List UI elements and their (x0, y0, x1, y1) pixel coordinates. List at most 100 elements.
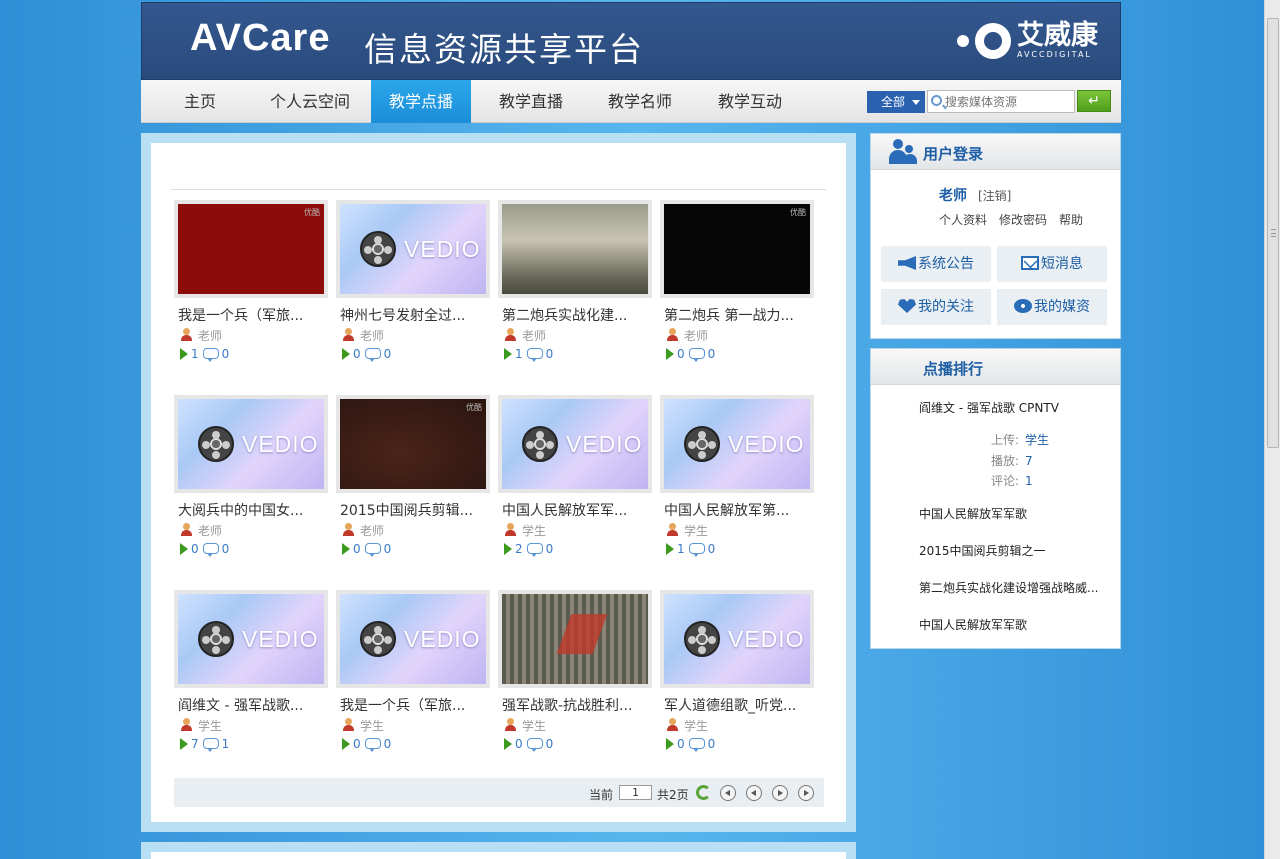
video-card[interactable]: VEDIO 军人道德组歌_听党... 学生 0 0 (660, 590, 814, 760)
video-title[interactable]: 强军战歌-抗战胜利... (502, 695, 652, 715)
video-title[interactable]: 神州七号发射全过... (340, 305, 490, 325)
nav-home[interactable]: 主页 (150, 80, 250, 123)
video-stats: 00 (180, 542, 229, 557)
search-category-select[interactable]: 全部 (867, 91, 925, 113)
video-thumbnail-frame[interactable]: 优酷 (660, 200, 814, 298)
video-title[interactable]: 中国人民解放军军... (502, 500, 652, 520)
video-thumbnail-placeholder: VEDIO (664, 594, 810, 684)
video-author-name: 老师 (684, 329, 709, 343)
comment-icon (202, 543, 219, 557)
video-title[interactable]: 我是一个兵（军旅... (178, 305, 328, 325)
search-input[interactable] (945, 92, 1073, 111)
video-card[interactable]: VEDIO 我是一个兵（军旅... 学生 0 0 (336, 590, 490, 760)
video-thumbnail-frame[interactable]: 优酷 (336, 395, 490, 493)
first-page-button[interactable] (720, 785, 736, 801)
nav-interaction[interactable]: 教学互动 (700, 80, 800, 123)
video-thumbnail-frame[interactable]: VEDIO (660, 590, 814, 688)
search-category-label: 全部 (881, 95, 906, 109)
comment-icon (526, 738, 543, 752)
video-author: 学生 (504, 522, 546, 539)
thumbnail-watermark: 优酷 (304, 208, 320, 217)
refresh-icon[interactable] (696, 785, 711, 800)
ranking-item[interactable]: 第二炮兵实战化建设增强战略威... (919, 579, 1104, 596)
film-reel-icon (522, 426, 558, 462)
prev-page-button[interactable] (746, 785, 762, 801)
comment-count: 0 (545, 737, 554, 751)
main-nav: 主页 个人云空间 教学点播 教学直播 教学名师 教学互动 全部 ↵ (141, 80, 1121, 123)
video-card[interactable]: 第二炮兵实战化建... 老师 1 0 (498, 200, 652, 370)
video-title[interactable]: 中国人民解放军第... (664, 500, 814, 520)
page-number-input[interactable]: 1 (619, 785, 652, 800)
change-password-link[interactable]: 修改密码 (999, 211, 1047, 228)
ranking-item[interactable]: 2015中国阅兵剪辑之一 (919, 542, 1104, 559)
video-card[interactable]: VEDIO 神州七号发射全过... 老师 0 0 (336, 200, 490, 370)
video-author-name: 学生 (198, 719, 223, 733)
video-card[interactable]: 优酷 我是一个兵（军旅... 老师 1 0 (174, 200, 328, 370)
user-icon (180, 718, 193, 731)
video-author: 老师 (180, 522, 222, 539)
video-title[interactable]: 我是一个兵（军旅... (340, 695, 490, 715)
video-thumbnail-frame[interactable]: VEDIO (174, 590, 328, 688)
film-reel-icon (1014, 299, 1032, 313)
video-thumbnail-frame[interactable] (498, 200, 652, 298)
video-title[interactable]: 阎维文 - 强军战歌... (178, 695, 328, 715)
logout-link[interactable]: [注销] (978, 187, 1011, 204)
video-thumbnail-frame[interactable]: VEDIO (336, 590, 490, 688)
logo-avcare[interactable]: AVCare (190, 17, 330, 60)
video-thumbnail-frame[interactable]: VEDIO (498, 395, 652, 493)
logged-in-username[interactable]: 老师 (939, 185, 967, 205)
play-icon (504, 348, 512, 360)
video-title[interactable]: 大阅兵中的中国女... (178, 500, 328, 520)
messages-button[interactable]: 短消息 (997, 246, 1107, 282)
video-thumbnail-frame[interactable] (498, 590, 652, 688)
ranking-item[interactable]: 中国人民解放军军歌 (919, 616, 1104, 633)
video-title[interactable]: 第二炮兵实战化建... (502, 305, 652, 325)
user-icon (666, 718, 679, 731)
ranking-item[interactable]: 中国人民解放军军歌 (919, 505, 1104, 522)
video-thumbnail-frame[interactable]: VEDIO (336, 200, 490, 298)
help-link[interactable]: 帮助 (1059, 211, 1083, 228)
brand-name-en: AVCCDIGITAL (1017, 50, 1092, 59)
my-media-button[interactable]: 我的媒资 (997, 289, 1107, 325)
video-card[interactable]: 强军战歌-抗战胜利... 学生 0 0 (498, 590, 652, 760)
video-card[interactable]: 优酷 2015中国阅兵剪辑... 老师 0 0 (336, 395, 490, 565)
profile-link[interactable]: 个人资料 (939, 211, 987, 228)
video-title[interactable]: 2015中国阅兵剪辑... (340, 500, 490, 520)
lower-panel (141, 842, 856, 859)
video-thumbnail-frame[interactable]: VEDIO (660, 395, 814, 493)
nav-vod[interactable]: 教学点播 (371, 80, 471, 123)
video-thumbnail-frame[interactable]: VEDIO (174, 395, 328, 493)
video-stats: 00 (504, 737, 554, 752)
last-page-button[interactable] (798, 785, 814, 801)
login-panel: 用户登录 老师 [注销] 个人资料 修改密码 帮助 系统公告 短消息 我的关注 … (870, 133, 1121, 339)
pager-current-label: 当前 (589, 788, 614, 802)
my-follows-button[interactable]: 我的关注 (881, 289, 991, 325)
video-title[interactable]: 军人道德组歌_听党... (664, 695, 814, 715)
next-page-button[interactable] (772, 785, 788, 801)
vedio-label: VEDIO (728, 626, 805, 652)
nav-live[interactable]: 教学直播 (481, 80, 581, 123)
video-thumbnail-frame[interactable]: 优酷 (174, 200, 328, 298)
user-icon (342, 328, 355, 341)
video-card[interactable]: 优酷 第二炮兵 第一战力... 老师 0 0 (660, 200, 814, 370)
search-submit-button[interactable]: ↵ (1077, 90, 1111, 112)
nav-personal-cloud[interactable]: 个人云空间 (260, 80, 360, 123)
page-scrollbar[interactable] (1264, 0, 1280, 859)
video-stats: 00 (342, 542, 391, 557)
announcements-button[interactable]: 系统公告 (881, 246, 991, 282)
video-title[interactable]: 第二炮兵 第一战力... (664, 305, 814, 325)
ranking-top-title[interactable]: 阎维文 - 强军战歌 CPNTV (919, 399, 1104, 416)
video-list-panel: 优酷 我是一个兵（军旅... 老师 1 0 VEDIO 神州七号发射全过... 老师 0 0 第二炮… (141, 133, 856, 832)
video-card[interactable]: VEDIO 中国人民解放军第... 学生 1 0 (660, 395, 814, 565)
video-card[interactable]: VEDIO 大阅兵中的中国女... 老师 0 0 (174, 395, 328, 565)
megaphone-icon (898, 256, 916, 270)
login-panel-header: 用户登录 (871, 134, 1120, 170)
user-icon (504, 328, 517, 341)
nav-teachers[interactable]: 教学名师 (590, 80, 690, 123)
comment-icon (202, 348, 219, 362)
scrollbar-thumb[interactable] (1267, 18, 1279, 448)
user-icon (666, 523, 679, 536)
video-card[interactable]: VEDIO 阎维文 - 强军战歌... 学生 7 1 (174, 590, 328, 760)
comment-icon (202, 738, 219, 752)
video-card[interactable]: VEDIO 中国人民解放军军... 学生 2 0 (498, 395, 652, 565)
